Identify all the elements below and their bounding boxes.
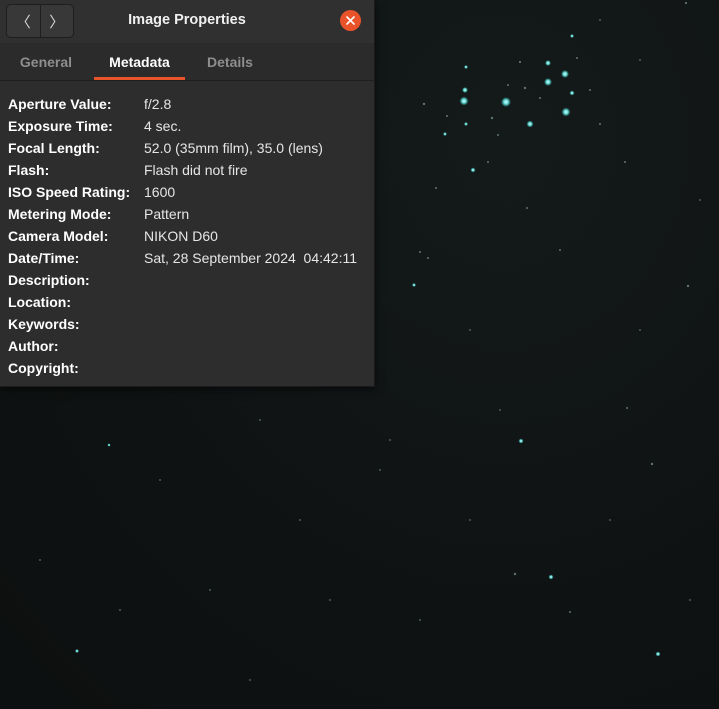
- header-bar: 〈 〉 Image Properties: [0, 0, 374, 44]
- property-row-camera-model: Camera Model: NIKON D60: [8, 225, 368, 247]
- property-row-author: Author:: [8, 335, 368, 357]
- property-value[interactable]: NIKON D60: [144, 225, 218, 247]
- image-properties-dialog: 〈 〉 Image Properties General Metadata De…: [0, 0, 375, 387]
- property-value[interactable]: Sat, 28 September 2024 04:42:11: [144, 247, 357, 269]
- property-label: Focal Length:: [8, 140, 100, 156]
- property-row-metering-mode: Metering Mode: Pattern: [8, 203, 368, 225]
- property-label: Copyright:: [8, 360, 79, 376]
- property-value[interactable]: 1600: [144, 181, 175, 203]
- close-icon: [346, 16, 355, 25]
- property-row-location: Location:: [8, 291, 368, 313]
- property-value[interactable]: 52.0 (35mm film), 35.0 (lens): [144, 137, 323, 159]
- property-label: Author:: [8, 338, 59, 354]
- chevron-left-icon: 〈: [15, 12, 31, 31]
- property-row-copyright: Copyright:: [8, 357, 368, 379]
- property-value[interactable]: 4 sec.: [144, 115, 181, 137]
- metadata-properties-list: Aperture Value: f/2.8 Exposure Time: 4 s…: [8, 93, 368, 379]
- property-value[interactable]: Flash did not fire: [144, 159, 248, 181]
- property-row-flash: Flash: Flash did not fire: [8, 159, 368, 181]
- property-row-iso: ISO Speed Rating: 1600: [8, 181, 368, 203]
- property-value[interactable]: Pattern: [144, 203, 189, 225]
- previous-button[interactable]: 〈: [7, 5, 40, 37]
- property-value[interactable]: f/2.8: [144, 93, 171, 115]
- property-label: ISO Speed Rating:: [8, 184, 131, 200]
- next-button[interactable]: 〉: [39, 5, 74, 37]
- property-label: Camera Model:: [8, 228, 109, 244]
- property-row-date-time: Date/Time: Sat, 28 September 2024 04:42:…: [8, 247, 368, 269]
- navigation-buttons: 〈 〉: [6, 4, 74, 38]
- property-label: Date/Time:: [8, 250, 80, 266]
- tab-details[interactable]: Details: [196, 43, 264, 79]
- property-row-aperture: Aperture Value: f/2.8: [8, 93, 368, 115]
- property-label: Description:: [8, 272, 90, 288]
- property-row-exposure-time: Exposure Time: 4 sec.: [8, 115, 368, 137]
- property-label: Flash:: [8, 162, 50, 178]
- tab-general[interactable]: General: [8, 43, 84, 79]
- property-row-focal-length: Focal Length: 52.0 (35mm film), 35.0 (le…: [8, 137, 368, 159]
- property-label: Metering Mode:: [8, 206, 112, 222]
- image-viewer-canvas[interactable]: 〈 〉 Image Properties General Metadata De…: [0, 0, 719, 709]
- property-row-description: Description:: [8, 269, 368, 291]
- property-row-keywords: Keywords:: [8, 313, 368, 335]
- chevron-right-icon: 〉: [49, 12, 65, 31]
- property-label: Exposure Time:: [8, 118, 113, 134]
- property-label: Location:: [8, 294, 71, 310]
- tab-metadata[interactable]: Metadata: [94, 43, 185, 80]
- tab-bar: General Metadata Details: [0, 43, 374, 81]
- property-label: Aperture Value:: [8, 96, 112, 112]
- property-label: Keywords:: [8, 316, 80, 332]
- close-button[interactable]: [340, 10, 361, 31]
